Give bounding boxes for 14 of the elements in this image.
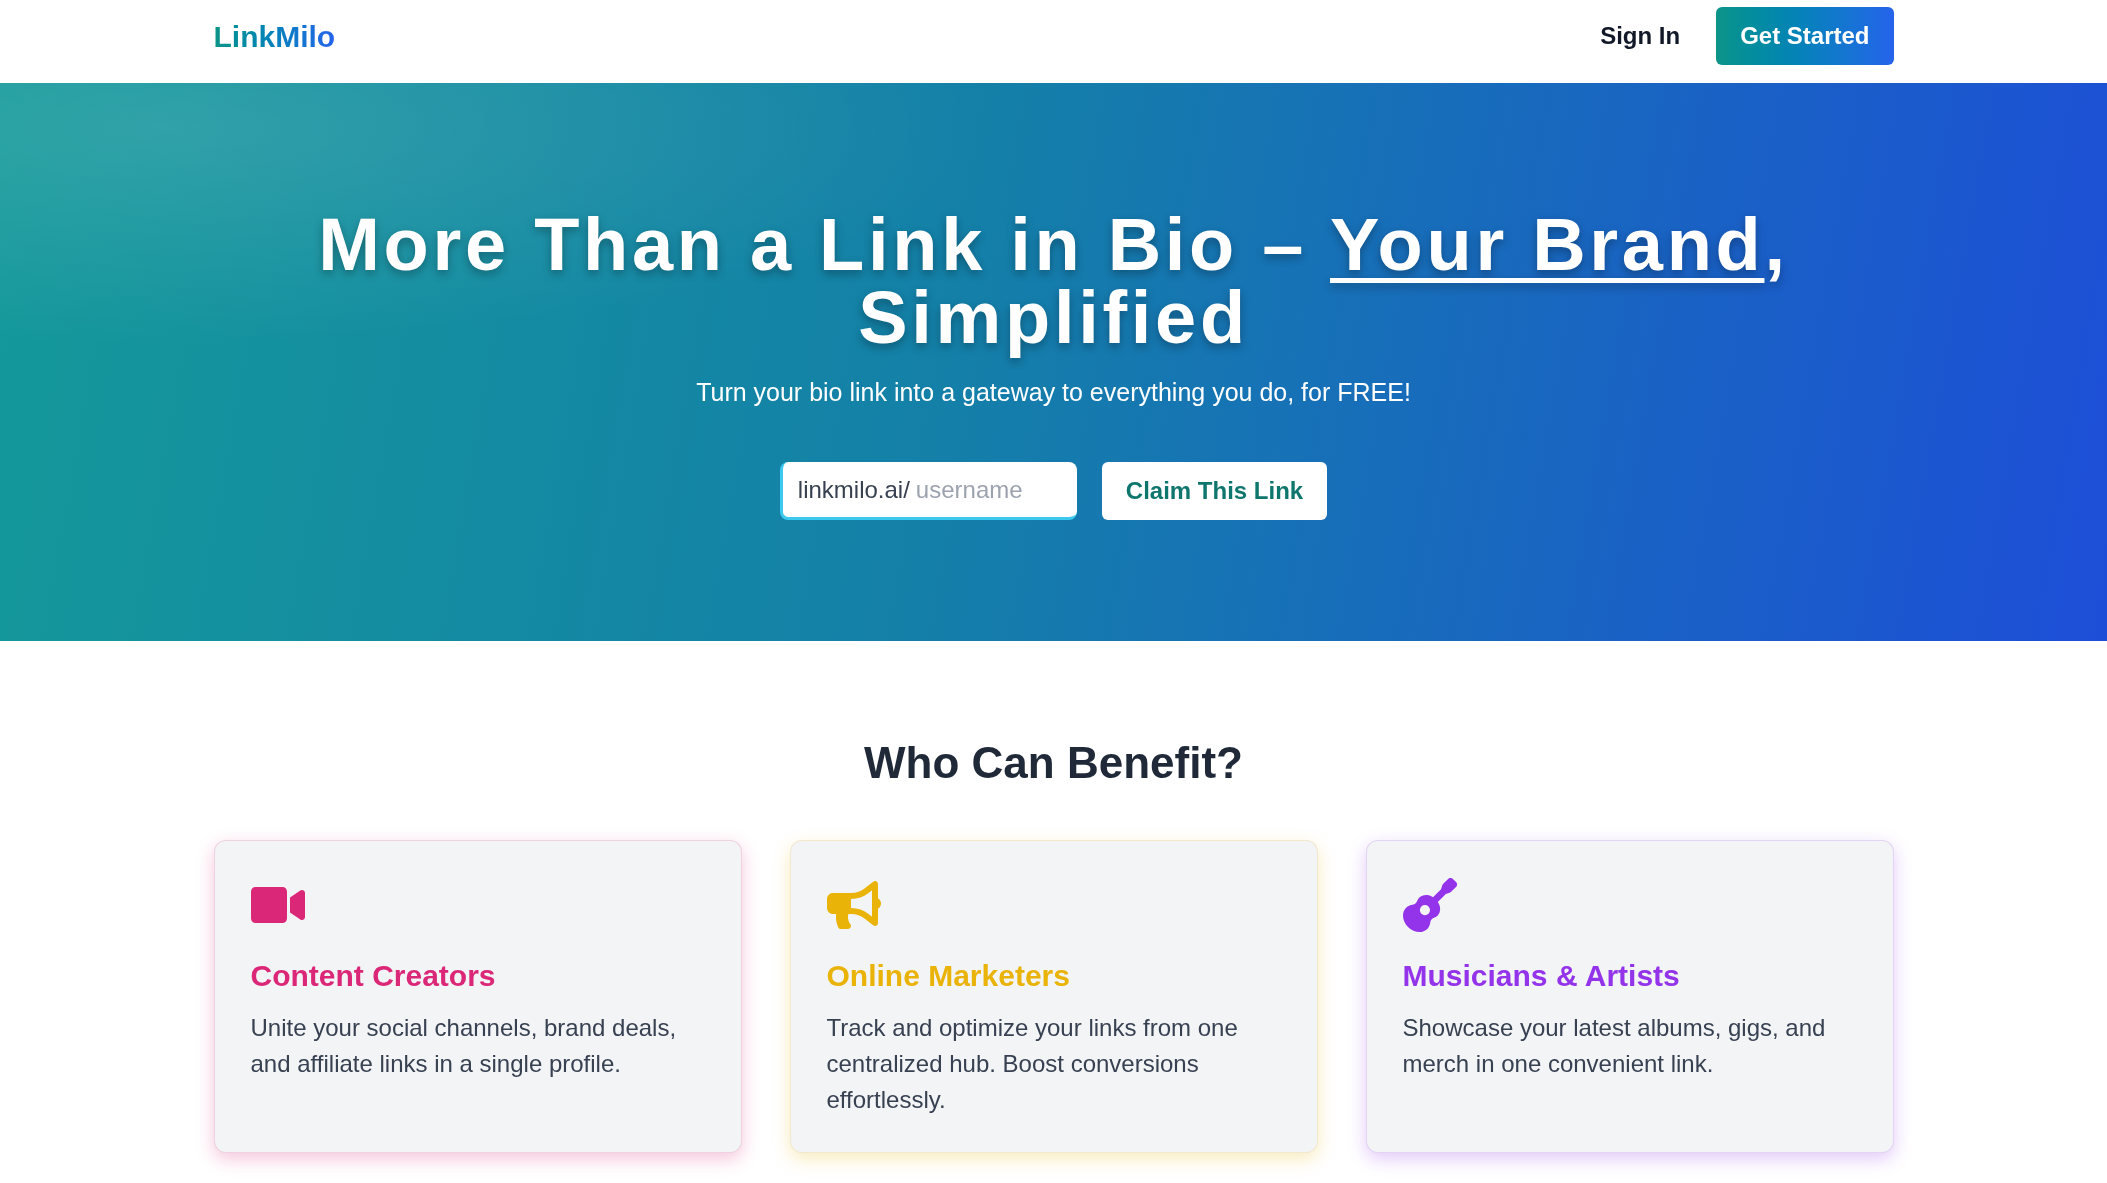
card-description: Unite your social channels, brand deals, and affiliate links in a single profile. [250,1013,678,1079]
username-input[interactable]: username [915,471,1066,508]
claim-link-button[interactable]: Claim This Link [1101,462,1328,520]
card-title: Musicians & Artists [1402,958,1681,994]
card-description: Track and optimize your links from one centralized hub. Boost conversions effortlessly. [826,1013,1239,1115]
sign-in-link[interactable]: Sign In [1600,18,1681,54]
get-started-button[interactable]: Get Started [1716,7,1894,65]
hero-subtitle: Turn your bio link into a gateway to everything you do, for FREE! [696,377,1411,408]
card-title: Content Creators [250,958,497,994]
username-field[interactable]: linkmilo.ai/ username [779,462,1077,520]
card-description: Showcase your latest albums, gigs, and merch in one convenient link. [1402,1013,1827,1079]
card-title: Online Marketers [826,958,1071,994]
url-prefix: linkmilo.ai/ [797,474,910,505]
section-heading: Who Can Benefit? [864,737,1243,789]
